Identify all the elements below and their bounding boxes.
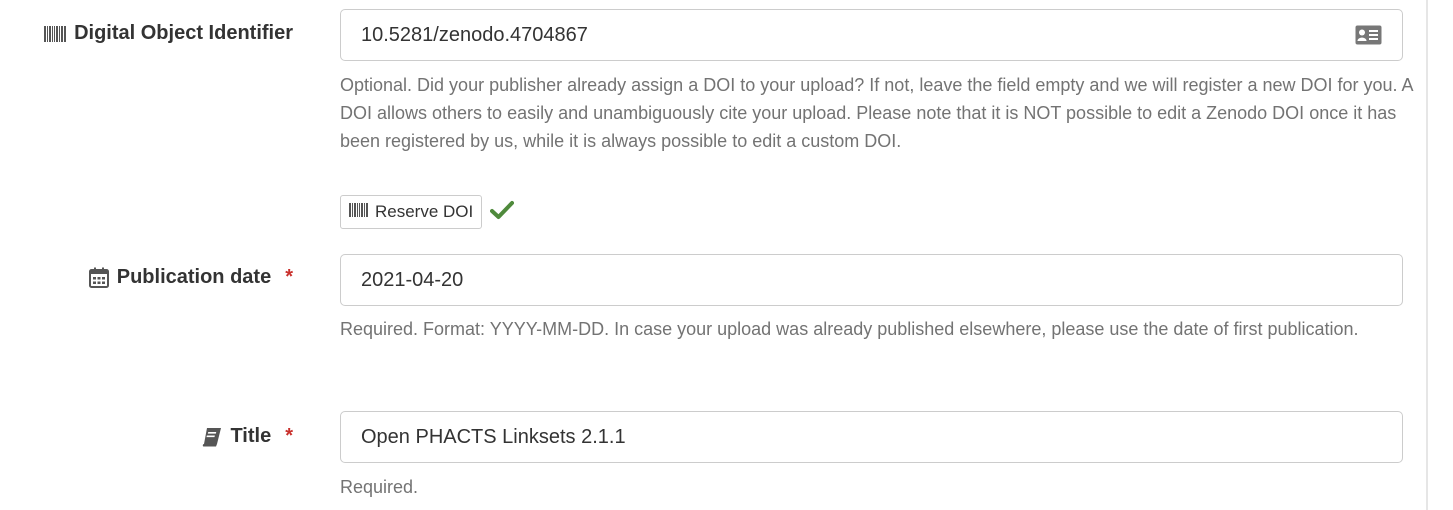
id-card-icon [1355,25,1382,45]
checkmark-icon [490,200,515,225]
calendar-icon [88,267,109,288]
title-value: Open PHACTS Linksets 2.1.1 [361,425,626,448]
publication-date-help-text: Required. Format: YYYY-MM-DD. In case yo… [340,319,1359,339]
title-label: Title * [202,425,293,448]
barcode-icon [44,25,67,42]
title-label-text: Title [230,425,272,447]
required-indicator: * [285,266,293,288]
doi-input[interactable]: 10.5281/zenodo.4704867 [340,9,1403,61]
title-help-text: Required. [340,477,419,497]
reserve-doi-row: Reserve DOI [340,195,515,229]
publication-date-label: Publication date * [88,266,293,289]
book-icon [202,427,222,447]
barcode-icon [349,202,369,222]
reserve-doi-button[interactable]: Reserve DOI [340,195,483,229]
doi-help-text: Optional. Did your publisher already ass… [340,75,1413,151]
upload-form: Digital Object Identifier 10.5281/zenodo… [0,0,1453,510]
doi-input-value: 10.5281/zenodo.4704867 [361,23,588,46]
publication-date-value: 2021-04-20 [361,268,464,291]
reserve-doi-label: Reserve DOI [375,202,474,221]
title-input[interactable]: Open PHACTS Linksets 2.1.1 [340,411,1403,463]
panel-border [1426,0,1428,510]
doi-label: Digital Object Identifier [44,22,293,45]
publication-date-input[interactable]: 2021-04-20 [340,254,1403,306]
doi-label-text: Digital Object Identifier [74,22,293,44]
publication-date-label-text: Publication date [116,266,272,288]
required-indicator: * [285,425,293,447]
